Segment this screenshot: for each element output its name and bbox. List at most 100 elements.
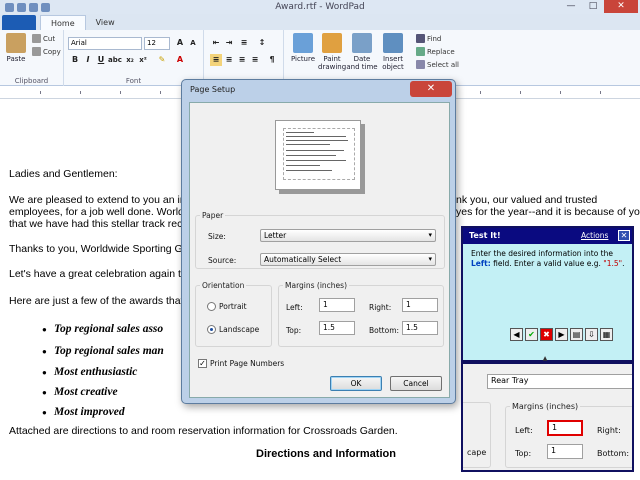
strikethrough-icon[interactable]: abc bbox=[108, 54, 122, 66]
copy-button[interactable]: Copy bbox=[32, 47, 61, 56]
download-icon[interactable]: ⇩ bbox=[585, 328, 598, 341]
ok-button[interactable]: OK bbox=[330, 376, 382, 391]
replace-button[interactable]: Replace bbox=[416, 47, 455, 56]
tab-home[interactable]: Home bbox=[40, 15, 86, 30]
subscript-icon[interactable]: x₂ bbox=[124, 54, 136, 66]
back-icon[interactable]: ◀ bbox=[510, 328, 523, 341]
text-color-icon[interactable]: A bbox=[174, 54, 186, 66]
decrease-indent-icon[interactable]: ⇤ bbox=[210, 37, 222, 49]
source-select[interactable]: Automatically Select bbox=[260, 253, 436, 266]
paragraph-dialog-icon[interactable]: ¶ bbox=[266, 54, 278, 66]
top-margin-input[interactable]: 1.5 bbox=[319, 321, 355, 335]
zoom-top-label: Top: bbox=[515, 449, 532, 458]
testit-instruction: Enter the desired information into the L… bbox=[471, 249, 625, 268]
left-margin-label: Left: bbox=[286, 303, 303, 312]
testit-actions-link[interactable]: Actions bbox=[581, 231, 608, 240]
bold-icon[interactable]: B bbox=[69, 54, 81, 66]
paint-icon bbox=[322, 33, 342, 53]
tab-view[interactable]: View bbox=[86, 15, 125, 30]
zoom-top-input: 1 bbox=[547, 444, 583, 459]
zoom-partial-label: cape bbox=[467, 448, 487, 457]
align-center-icon[interactable]: ≡ bbox=[223, 54, 235, 66]
zoom-right-label: Right: bbox=[597, 426, 621, 435]
font-group: Arial 12 A A B I U abc x₂ x² ✎ A Font bbox=[64, 30, 204, 86]
maximize-button[interactable]: □ bbox=[582, 0, 604, 13]
font-size-combo[interactable]: 12 bbox=[144, 37, 170, 50]
list-item: Top regional sales asso bbox=[42, 323, 163, 336]
notes-icon[interactable]: ▦ bbox=[600, 328, 613, 341]
increase-indent-icon[interactable]: ⇥ bbox=[223, 37, 235, 49]
align-right-icon[interactable]: ≡ bbox=[236, 54, 248, 66]
app-menu-button[interactable] bbox=[2, 15, 36, 30]
right-margin-input[interactable]: 1 bbox=[402, 298, 438, 312]
cut-button[interactable]: Cut bbox=[32, 34, 55, 43]
print-page-numbers-checkbox[interactable]: ✓ bbox=[198, 359, 207, 368]
picture-button[interactable]: Picture bbox=[288, 33, 318, 63]
window-title: Award.rtf - WordPad bbox=[275, 2, 365, 12]
paint-drawing-button[interactable]: Paint drawing bbox=[318, 33, 346, 71]
close-button[interactable]: ✕ bbox=[604, 0, 638, 13]
date-time-button[interactable]: Date and time bbox=[346, 33, 378, 71]
ribbon: Paste Cut Copy Clipboard Arial 12 A A B … bbox=[0, 30, 640, 86]
list-item: Most improved bbox=[42, 406, 125, 419]
list-item: Top regional sales man bbox=[42, 345, 164, 358]
ribbon-tabs: Home View bbox=[0, 14, 640, 30]
bottom-margin-input[interactable]: 1.5 bbox=[402, 321, 438, 335]
paste-button[interactable]: Paste bbox=[5, 33, 27, 63]
page-setup-dialog: Page Setup ✕ Paper Size: Letter Source: … bbox=[181, 79, 456, 404]
check-icon[interactable]: ✔ bbox=[525, 328, 538, 341]
bullet-list-icon[interactable]: ≡ bbox=[238, 37, 250, 49]
highlight-icon[interactable]: ✎ bbox=[156, 54, 168, 66]
landscape-label: Landscape bbox=[219, 325, 260, 334]
clipboard-group-label: Clipboard bbox=[14, 77, 49, 85]
scissors-icon bbox=[32, 34, 41, 43]
margins-group-label: Margins (inches) bbox=[285, 281, 347, 290]
paragraph-group: ⇤ ⇥ ≡ ↕ ≡ ≡ ≡ ≡ ¶ bbox=[204, 30, 284, 86]
minimize-button[interactable]: — bbox=[560, 0, 582, 13]
zoom-left-input: 1 bbox=[547, 420, 583, 436]
paragraph-2: Thanks to you, Worldwide Sporting Gooc bbox=[9, 243, 200, 255]
zoom-magnifier: Rear Tray Margins (inches) cape Left: 1 … bbox=[461, 362, 634, 472]
landscape-radio[interactable] bbox=[207, 325, 216, 334]
paragraph-3: Let's have a great celebration again thi… bbox=[9, 268, 195, 280]
print-page-numbers-label: Print Page Numbers bbox=[210, 359, 285, 368]
insert-object-button[interactable]: Insert object bbox=[378, 33, 408, 71]
binoculars-icon bbox=[416, 34, 425, 43]
resize-grip-icon[interactable]: ▲ bbox=[540, 355, 550, 362]
testit-title: Test It! bbox=[469, 231, 501, 240]
testit-close-icon[interactable]: ✕ bbox=[618, 230, 630, 241]
zoom-orientation-group bbox=[463, 402, 491, 468]
paragraph-4: Here are just a few of the awards that w… bbox=[9, 295, 202, 307]
left-margin-input[interactable]: 1 bbox=[319, 298, 355, 312]
section-heading: Directions and Information bbox=[256, 448, 396, 460]
size-label: Size: bbox=[208, 232, 226, 241]
select-all-button[interactable]: Select all bbox=[416, 60, 459, 69]
dialog-close-button[interactable]: ✕ bbox=[410, 81, 452, 97]
find-button[interactable]: Find bbox=[416, 34, 441, 43]
portrait-radio[interactable] bbox=[207, 302, 216, 311]
italic-icon[interactable]: I bbox=[82, 54, 94, 66]
paragraph-1-line-3: that we have had this stellar track reco… bbox=[9, 218, 198, 230]
replace-icon bbox=[416, 47, 425, 56]
align-left-icon[interactable]: ≡ bbox=[210, 54, 222, 66]
justify-icon[interactable]: ≡ bbox=[249, 54, 261, 66]
paste-icon bbox=[6, 33, 26, 53]
orientation-group: Orientation bbox=[195, 281, 272, 347]
page-preview bbox=[275, 120, 361, 190]
cancel-button[interactable]: Cancel bbox=[390, 376, 442, 391]
paragraph-5: Attached are directions to and room rese… bbox=[9, 425, 398, 437]
size-select[interactable]: Letter bbox=[260, 229, 436, 242]
grow-font-icon[interactable]: A bbox=[174, 37, 186, 49]
shrink-font-icon[interactable]: A bbox=[187, 37, 199, 49]
source-label: Source: bbox=[208, 256, 237, 265]
line-spacing-icon[interactable]: ↕ bbox=[256, 37, 268, 49]
zoom-tray-select: Rear Tray bbox=[487, 374, 632, 389]
zoom-bottom-label: Bottom: bbox=[597, 449, 630, 458]
superscript-icon[interactable]: x² bbox=[137, 54, 149, 66]
font-family-combo[interactable]: Arial bbox=[68, 37, 142, 50]
forward-icon[interactable]: ▶ bbox=[555, 328, 568, 341]
cancel-icon[interactable]: ✖ bbox=[540, 328, 553, 341]
comment-icon[interactable]: ▤ bbox=[570, 328, 583, 341]
underline-icon[interactable]: U bbox=[95, 54, 107, 66]
list-item: Most creative bbox=[42, 386, 117, 399]
